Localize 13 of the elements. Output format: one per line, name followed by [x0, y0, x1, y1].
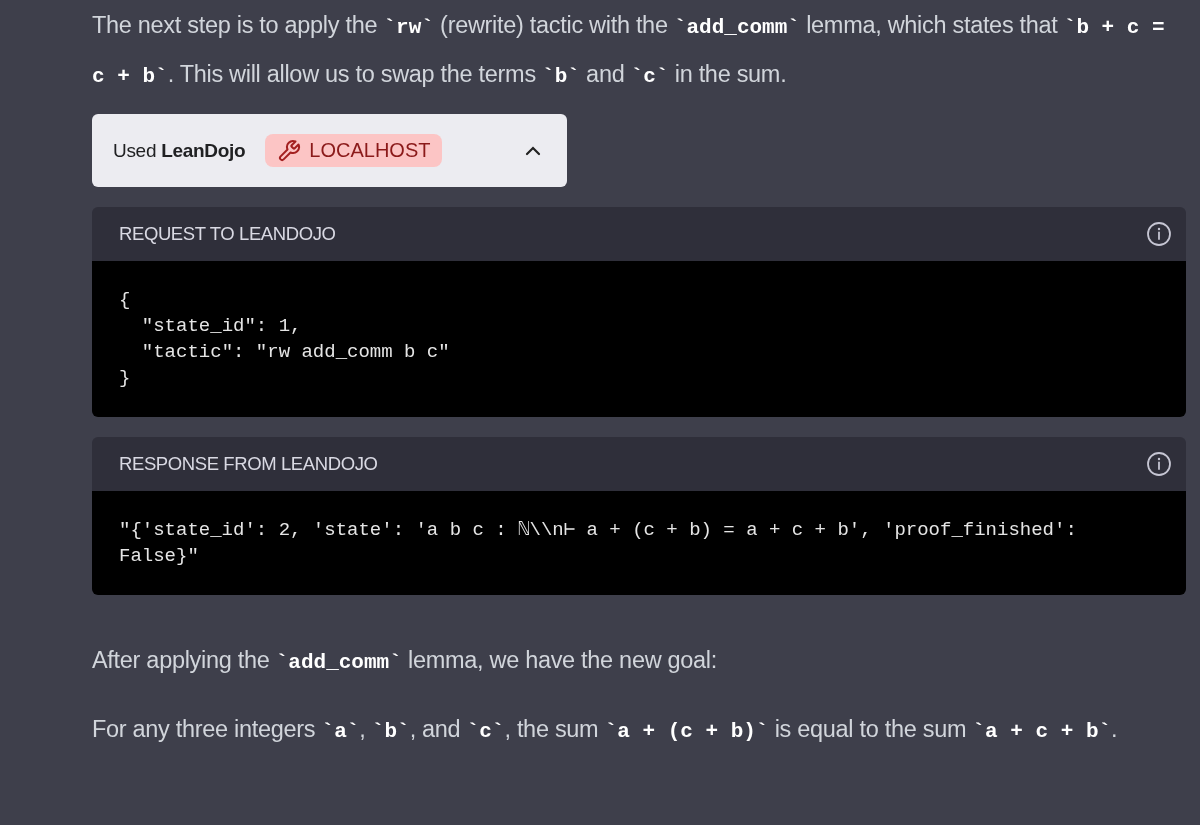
localhost-badge: LOCALHOST — [265, 134, 443, 167]
plugin-card[interactable]: Used LeanDojo LOCALHOST — [92, 114, 567, 187]
code-block: "{'state_id': 2, 'state': 'a b c : ℕ\\n⊢ a + (c + b) = a + c + b', 'proof_finished': False}" — [92, 491, 1186, 595]
paragraph: After applying the `add_comm` lemma, we have the new goal: — [92, 646, 719, 676]
paragraph: For any three integers `a`, `b`, and `c`, the sum `a + (c + b)` is equal to the sum `a + c + b`. — [92, 715, 1119, 745]
wrench-icon — [277, 138, 302, 163]
code-block: { "state_id": 1, "tactic": "rw add_comm b c" } — [92, 261, 1186, 417]
plugin-label: Used LeanDojo — [113, 139, 246, 162]
block-title: REQUEST TO LEANDOJO — [119, 223, 336, 245]
info-icon[interactable] — [1146, 221, 1172, 247]
paragraph: The next step is to apply the `rw` (rewrite) tactic with the `add_comm` lemma, which states that `b + c = c + b`. This will allow us to swap the terms `b` and `c` in the sum. — [92, 11, 1166, 90]
block-title: RESPONSE FROM LEANDOJO — [119, 453, 378, 475]
info-icon[interactable] — [1146, 451, 1172, 477]
